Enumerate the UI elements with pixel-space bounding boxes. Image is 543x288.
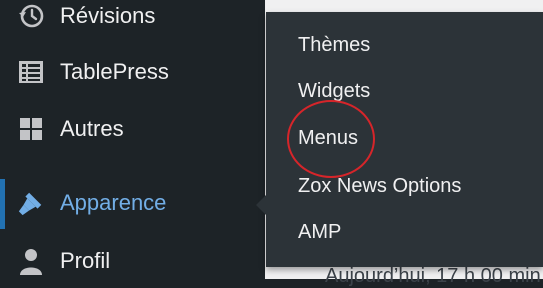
table-icon <box>17 58 45 86</box>
admin-sidebar: Révisions TablePress Autres Apparence Pr… <box>0 0 265 279</box>
submenu-item-amp[interactable]: AMP <box>298 221 341 244</box>
sidebar-item-apparence[interactable]: Apparence <box>0 177 265 229</box>
sidebar-item-profil[interactable]: Profil <box>0 235 265 287</box>
history-icon <box>17 2 45 30</box>
user-icon <box>17 247 45 275</box>
submenu-item-themes[interactable]: Thèmes <box>298 34 370 57</box>
highlight-circle <box>287 100 375 178</box>
sidebar-item-label: Autres <box>60 116 124 141</box>
sidebar-item-label: Apparence <box>60 190 167 215</box>
content-date-text: Aujourd’hui, 17 h 00 min <box>325 265 541 287</box>
sidebar-item-label: Révisions <box>60 3 156 28</box>
submenu-pointer <box>256 194 267 216</box>
sidebar-item-autres[interactable]: Autres <box>0 103 265 155</box>
sidebar-item-revisions[interactable]: Révisions <box>0 0 265 42</box>
sidebar-item-label: Profil <box>60 248 111 273</box>
active-indicator <box>0 179 5 229</box>
brush-icon <box>17 189 45 217</box>
sidebar-item-label: TablePress <box>60 59 169 84</box>
grid-icon <box>17 115 45 143</box>
sidebar-item-tablepress[interactable]: TablePress <box>0 46 265 98</box>
submenu-item-zox-news-options[interactable]: Zox News Options <box>298 175 461 198</box>
